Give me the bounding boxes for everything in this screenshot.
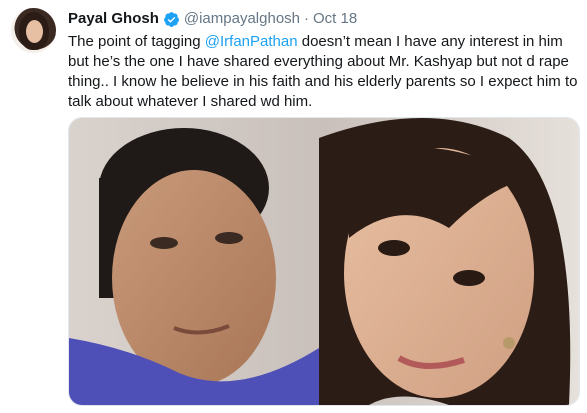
tweet-text-segment: The point of tagging	[68, 33, 205, 50]
tweet-header: Payal Ghosh @iampayalghosh · Oct 18	[68, 9, 357, 29]
tweet-text: The point of tagging @IrfanPathan doesn’…	[68, 32, 580, 112]
mention-link[interactable]: @IrfanPathan	[205, 33, 298, 50]
tweet-line-3: thing.. I know he believe in his faith a…	[68, 73, 578, 90]
tweet-line-4: talk about whatever I shared wd him.	[68, 93, 313, 110]
photo-illustration	[69, 118, 579, 405]
tweet-photo[interactable]	[68, 117, 580, 406]
avatar-face	[26, 20, 43, 43]
tweet-line-2: but he’s the one I have shared everythin…	[68, 53, 569, 70]
tweet-text-segment: doesn’t mean I have any interest in him	[297, 33, 563, 50]
tweet-card[interactable]: Payal Ghosh @iampayalghosh · Oct 18 The …	[0, 0, 587, 413]
verified-badge-icon	[163, 11, 179, 27]
author-handle[interactable]: @iampayalghosh	[184, 9, 300, 29]
author-name[interactable]: Payal Ghosh	[68, 9, 159, 29]
tweet-line-1: The point of tagging @IrfanPathan doesn’…	[68, 32, 580, 52]
header-separator: ·	[304, 10, 310, 27]
tweet-date[interactable]: Oct 18	[313, 9, 357, 29]
avatar[interactable]	[11, 8, 56, 53]
